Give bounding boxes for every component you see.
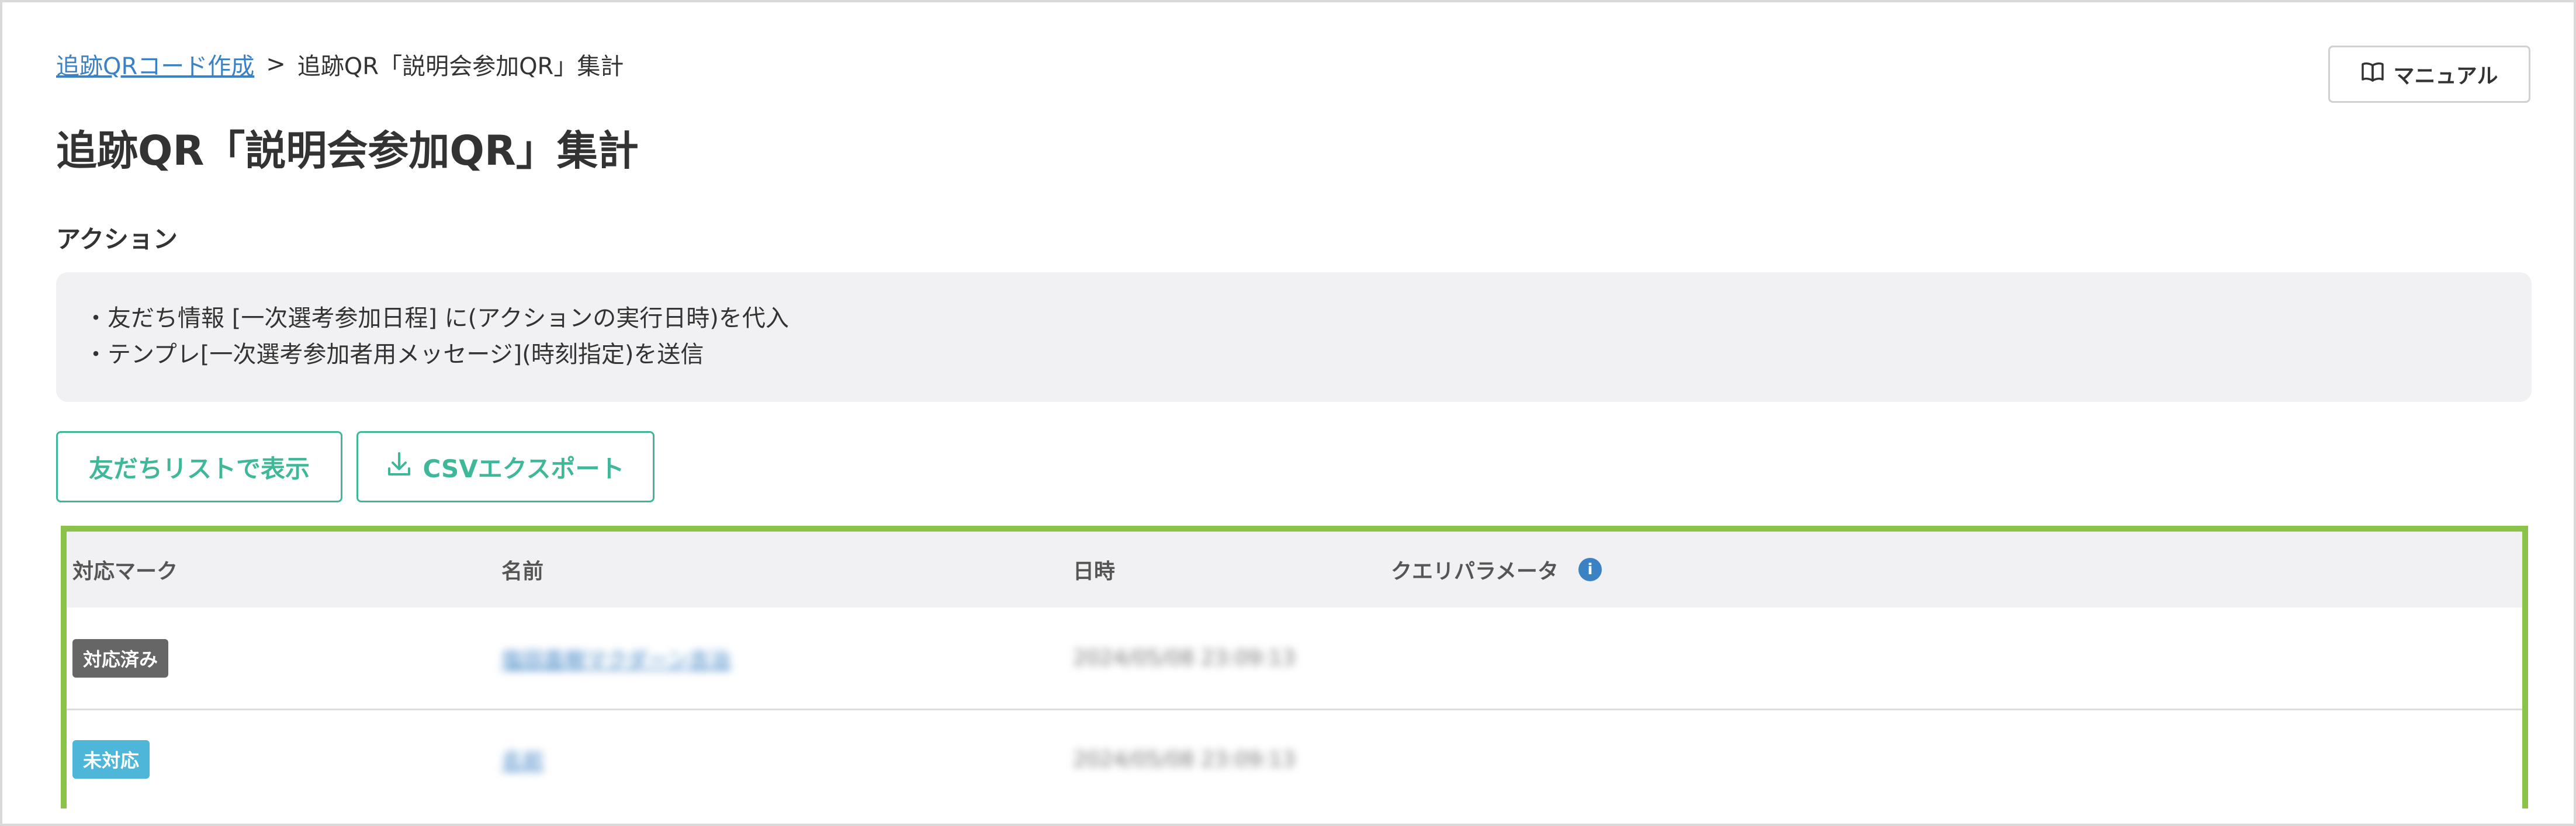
csv-export-button[interactable]: CSVエクスポート [356,431,655,502]
download-icon [386,450,412,484]
friend-name-link[interactable]: 塩田直樹マクダーン吉治 [501,643,731,674]
action-line: ・テンプレ[一次選考参加者用メッセージ](時刻指定)を送信 [84,341,704,368]
breadcrumb-link-qr-create[interactable]: 追跡QRコード作成 [56,47,254,81]
datetime-value: 2024/05/08 23:09:13 [1073,747,1296,772]
datetime-value: 2024/05/08 23:09:13 [1073,646,1296,670]
breadcrumb-separator: > [266,51,286,78]
column-header-status: 対応マーク [72,560,178,584]
page-title: 追跡QR「説明会参加QR」集計 [56,127,639,175]
datetime-cell: 2024/05/08 23:09:13 [1073,608,1296,709]
friend-name-link[interactable]: 名前 [501,744,543,775]
table-header: 対応マーク 名前 日時 クエリパラメータ i [67,532,2522,608]
column-header-query: クエリパラメータ i [1391,532,1602,608]
book-icon [2361,61,2384,88]
csv-export-label: CSVエクスポート [423,454,625,483]
status-cell: 対応済み [72,608,169,709]
status-badge[interactable]: 対応済み [72,638,169,678]
column-header-name: 名前 [501,560,544,584]
datetime-cell: 2024/05/08 23:09:13 [1073,710,1296,808]
show-friends-list-button[interactable]: 友だちリストで表示 [56,431,342,502]
column-header-query-label: クエリパラメータ [1391,560,1559,584]
breadcrumb: 追跡QRコード作成 > 追跡QR「説明会参加QR」集計 [56,48,624,81]
name-cell: 塩田直樹マクダーン吉治 [501,608,731,709]
actions-box: ・友だち情報 [一次選考参加日程] に(アクションの実行日時)を代入 ・テンプレ… [56,272,2532,402]
results-table: 対応マーク 名前 日時 クエリパラメータ i 対応済み 塩田直樹マクダーン吉治 … [61,526,2528,808]
info-icon[interactable]: i [1578,558,1602,581]
table-row: 対応済み 塩田直樹マクダーン吉治 2024/05/08 23:09:13 [67,608,2522,710]
status-badge[interactable]: 未対応 [72,740,150,779]
manual-button[interactable]: マニュアル [2328,46,2530,103]
name-cell: 名前 [501,710,543,808]
status-cell: 未対応 [72,710,150,808]
page-frame: 追跡QRコード作成 > 追跡QR「説明会参加QR」集計 マニュアル 追跡QR「説… [0,0,2576,826]
column-header-datetime: 日時 [1073,560,1116,584]
actions-label: アクション [56,225,178,254]
manual-button-label: マニュアル [2393,64,2498,88]
breadcrumb-current: 追跡QR「説明会参加QR」集計 [297,53,624,80]
table-row: 未対応 名前 2024/05/08 23:09:13 [67,710,2522,808]
show-friends-list-label: 友だちリストで表示 [88,454,310,483]
action-line: ・友だち情報 [一次選考参加日程] に(アクションの実行日時)を代入 [84,305,789,332]
